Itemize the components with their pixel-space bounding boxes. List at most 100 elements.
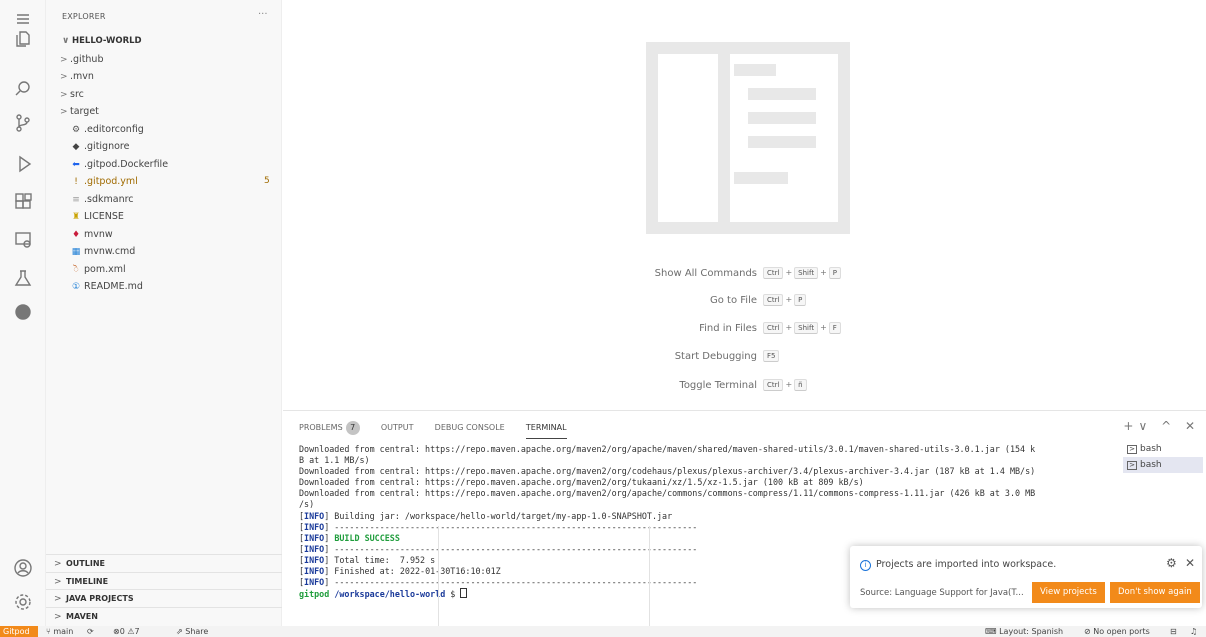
folder-label: src	[70, 88, 84, 100]
file-item[interactable]: ⬅ .gitpod.Dockerfile	[46, 156, 282, 174]
run-debug-icon[interactable]	[13, 154, 33, 174]
key-cap: Ctrl	[763, 379, 784, 391]
plus-sign: +	[785, 380, 793, 389]
workspace-root[interactable]: ∨ HELLO-WORLD	[46, 33, 282, 51]
folder-label: target	[70, 106, 99, 117]
file-item[interactable]: ◆ .gitignore	[46, 138, 282, 156]
terminal-line: [INFO] ---------------------------------…	[299, 521, 698, 532]
terminal-list: > bash > bash	[1123, 441, 1203, 473]
info-text: Building jar: /workspace/hello-world/tar…	[329, 510, 673, 521]
file-item[interactable]: ♦ mvnw	[46, 226, 282, 244]
remote-explorer-icon[interactable]	[13, 230, 33, 250]
folder-label: .mvn	[70, 71, 94, 82]
sidebar-panel-maven[interactable]: > MAVEN	[46, 606, 282, 625]
branch-status[interactable]: ⑂ main	[46, 626, 73, 637]
shortcut-row[interactable]: Start Debugging F5	[560, 349, 980, 365]
shortcut-label: Go to File	[710, 295, 757, 306]
warning-count: 7	[134, 627, 140, 636]
tab-debug-console[interactable]: DEBUG CONSOLE	[435, 423, 505, 438]
layout-status[interactable]: ⌨ Layout: Spanish	[985, 626, 1063, 637]
prompt-dir: /workspace/hello-world	[334, 589, 446, 600]
close-icon[interactable]: ✕	[1185, 556, 1195, 570]
bell-icon[interactable]: ♫	[1190, 626, 1197, 637]
file-label: mvnw	[84, 228, 113, 240]
file-item[interactable]: ♜ LICENSE	[46, 208, 282, 226]
panel-label: TIMELINE	[66, 576, 109, 586]
file-item[interactable]: ≡ .sdkmanrc	[46, 191, 282, 209]
shortcut-keys: Ctrl + Shift + F	[762, 322, 842, 334]
explorer-sidebar: EXPLORER ··· ∨ HELLO-WORLD > .github > .mvn >…	[46, 0, 282, 626]
source-control-icon[interactable]	[13, 113, 33, 133]
folder-item[interactable]: > src	[46, 86, 282, 104]
terminal-instance[interactable]: > bash	[1123, 457, 1203, 473]
shortcut-row[interactable]: Find in Files Ctrl + Shift + F	[560, 321, 980, 337]
account-icon[interactable]	[13, 558, 33, 578]
file-type-icon: ॆ	[73, 264, 79, 275]
folder-item[interactable]: > target	[46, 103, 282, 121]
panel-label: JAVA PROJECTS	[66, 594, 134, 603]
gear-icon[interactable]: ⚙	[1166, 556, 1177, 570]
terminal-name: bash	[1140, 444, 1162, 454]
tab-terminal[interactable]: TERMINAL	[525, 423, 567, 439]
info-tag: INFO	[304, 577, 325, 588]
shortcut-row[interactable]: Show All Commands Ctrl + Shift + P	[560, 266, 980, 282]
file-item[interactable]: ! .gitpod.yml 5	[46, 173, 282, 191]
file-label: README.md	[84, 281, 143, 292]
explorer-icon[interactable]	[13, 29, 33, 49]
panel-actions[interactable]: +∨ ^ ✕	[1123, 419, 1200, 433]
menu-icon[interactable]	[13, 9, 33, 29]
dont-show-again-button[interactable]: Don't show again	[1110, 582, 1200, 603]
file-item[interactable]: ▦ mvnw.cmd	[46, 243, 282, 261]
testing-icon[interactable]	[13, 268, 33, 288]
ports-status[interactable]: ⊘ No open ports	[1084, 626, 1150, 637]
info-icon: i	[860, 560, 871, 571]
tab-problems[interactable]: PROBLEMS 7	[299, 421, 360, 441]
terminal-instance[interactable]: > bash	[1123, 441, 1203, 457]
tab-output[interactable]: OUTPUT	[381, 423, 414, 438]
sidebar-panel-java-projects[interactable]: > JAVA PROJECTS	[46, 589, 282, 607]
file-label: .gitpod.Dockerfile	[84, 158, 169, 170]
file-item[interactable]: ⚙ .editorconfig	[46, 121, 282, 139]
chevron-right-icon: >	[60, 107, 68, 117]
info-tag: INFO	[304, 543, 325, 554]
file-label: pom.xml	[84, 263, 126, 275]
more-actions-icon[interactable]: ···	[258, 9, 268, 20]
file-type-icon: ▦	[71, 247, 81, 257]
file-tree: ∨ HELLO-WORLD > .github > .mvn > src > target ⚙.…	[46, 33, 282, 296]
folder-item[interactable]: > .github	[46, 51, 282, 69]
file-label: .gitpod.yml	[84, 176, 138, 187]
plus-sign: +	[785, 268, 793, 277]
folder-item[interactable]: > .mvn	[46, 68, 282, 86]
sync-icon[interactable]: ⟳	[87, 626, 94, 637]
notification-toast: i Projects are imported into workspace. …	[850, 546, 1202, 608]
github-icon[interactable]	[13, 302, 33, 322]
file-type-icon: ♦	[71, 229, 81, 240]
shortcut-label: Start Debugging	[674, 351, 757, 362]
error-count: 0	[119, 627, 125, 636]
gitpod-button[interactable]: Gitpod	[0, 626, 38, 637]
file-label: .sdkmanrc	[84, 193, 134, 205]
sidebar-panel-timeline[interactable]: > TIMELINE	[46, 571, 282, 590]
extensions-icon[interactable]	[13, 192, 33, 212]
info-tag: INFO	[304, 532, 325, 543]
sidebar-panel-outline[interactable]: > OUTLINE	[46, 554, 282, 572]
keyboard-icon: ⌨	[985, 627, 1000, 636]
file-item[interactable]: ॆ pom.xml	[46, 261, 282, 279]
file-label: .editorconfig	[84, 123, 144, 135]
terminal-icon: >	[1127, 461, 1137, 470]
key-cap: Shift	[794, 322, 819, 334]
problem-count-badge: 5	[264, 176, 270, 186]
panel-tabs: PROBLEMS 7 OUTPUT DEBUG CONSOLE TERMINAL	[299, 421, 585, 441]
chevron-down-icon: ∨	[62, 36, 70, 46]
share-status[interactable]: ⇗ Share	[176, 626, 208, 637]
manage-icon[interactable]	[13, 592, 33, 612]
view-projects-button[interactable]: View projects	[1032, 582, 1105, 603]
shortcut-row[interactable]: Go to File Ctrl + P	[560, 293, 980, 309]
info-tag: INFO	[304, 566, 325, 577]
file-item[interactable]: ① README.md	[46, 278, 282, 296]
problems-status[interactable]: ⊗0 ⚠7	[113, 626, 140, 637]
search-icon[interactable]	[13, 79, 33, 99]
layout-toggle-icon[interactable]: ⊟	[1170, 626, 1177, 637]
shortcut-row[interactable]: Toggle Terminal Ctrl + ñ	[560, 378, 980, 394]
terminal-icon: >	[1127, 445, 1137, 454]
